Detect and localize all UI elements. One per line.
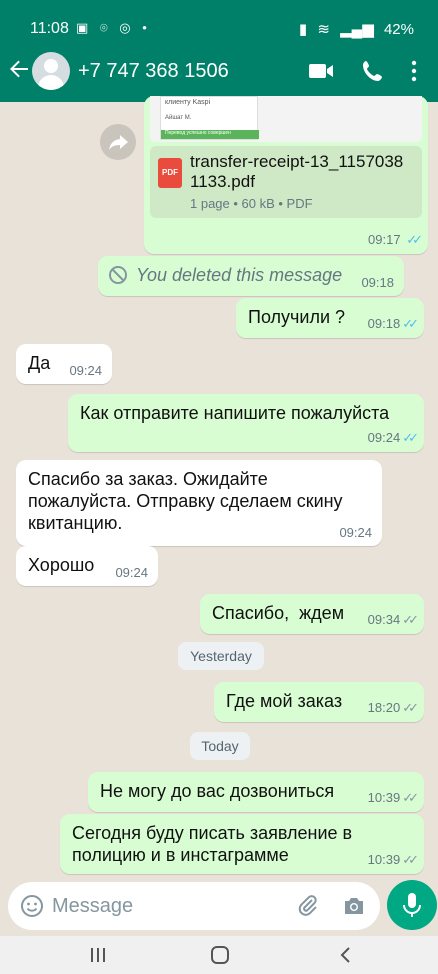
status-bar: 11:08 ▣ ⌾ ◎ • ▮ ≋ ▂▄▆ 42% xyxy=(0,0,438,48)
preview-text: клиенту Kaspi xyxy=(165,99,211,106)
day-separator: Today xyxy=(190,732,250,760)
message-bubble[interactable]: Как отправите напишите пожалуйста 09:24 ✓… xyxy=(68,394,424,452)
delivered-tick-icon: ✓✓ xyxy=(402,852,419,867)
message-time: 09:17 xyxy=(368,232,401,247)
message-input[interactable]: Message xyxy=(52,895,133,918)
status-right: ▮ ≋ ▂▄▆ 42% xyxy=(293,20,414,38)
message-meta: 09:24 ✓✓ xyxy=(367,430,419,446)
message-text: Хорошо xyxy=(28,555,95,575)
message-time: 09:34 xyxy=(367,612,401,627)
emoji-icon[interactable] xyxy=(20,894,44,923)
message-text: Где мой заказ xyxy=(226,691,343,711)
message-meta: 09:34 ✓✓ xyxy=(367,612,419,628)
message-bubble[interactable]: Где мой заказ 18:20 ✓✓ xyxy=(214,682,424,722)
more-vert-icon[interactable] xyxy=(404,56,434,86)
delivered-tick-icon: ✓✓ xyxy=(402,700,419,715)
message-bubble[interactable]: Спасибо, ждем 09:34 ✓✓ xyxy=(200,594,424,634)
message-composer[interactable]: Message xyxy=(8,882,380,930)
file-message[interactable]: клиенту Kaspi Айшат М. Перевод успешно с… xyxy=(144,96,428,254)
document-preview[interactable]: клиенту Kaspi Айшат М. Перевод успешно с… xyxy=(150,96,422,142)
preview-text: Перевод успешно совершен xyxy=(161,130,259,139)
chat-header: +7 747 368 1506 xyxy=(0,42,438,102)
signal-icon: ▂▄▆ xyxy=(340,21,374,38)
message-time: 10:39 xyxy=(367,852,401,867)
message-bubble[interactable]: Сегодня буду писать заявление в полицию … xyxy=(60,814,424,874)
message-text: Спасибо за заказ. Ожидайте пожалуйста. О… xyxy=(28,469,343,533)
back-arrow-icon[interactable] xyxy=(8,58,30,85)
battery-percent: 42% xyxy=(383,21,414,38)
message-text: Получили ? xyxy=(248,307,346,327)
camera-icon[interactable] xyxy=(342,894,366,923)
message-bubble[interactable]: Спасибо за заказ. Ожидайте пожалуйста. О… xyxy=(16,460,382,546)
nav-back-icon[interactable] xyxy=(336,946,356,969)
message-time: 09:18 xyxy=(361,275,394,290)
message-time: 10:39 xyxy=(367,790,401,805)
message-text: Да xyxy=(28,353,51,373)
message-text: Сегодня буду писать заявление в полицию … xyxy=(72,823,353,865)
forward-icon[interactable] xyxy=(100,124,136,160)
pdf-icon: PDF xyxy=(158,158,182,188)
delivered-tick-icon: ✓✓ xyxy=(402,612,419,627)
message-text: Спасибо, ждем xyxy=(212,603,345,623)
system-nav-bar xyxy=(0,936,438,974)
recents-icon[interactable] xyxy=(88,946,108,969)
preview-text: Айшат М. xyxy=(165,115,192,121)
phone-icon[interactable] xyxy=(358,56,388,86)
message-bubble[interactable]: Получили ? 09:18 ✓✓ xyxy=(236,298,424,338)
message-text: Не могу до вас дозвониться xyxy=(100,781,335,801)
read-tick-icon: ✓✓ xyxy=(402,316,419,331)
blocked-icon xyxy=(108,265,128,290)
status-time: 11:08 xyxy=(30,20,69,37)
deleted-message[interactable]: You deleted this message 09:18 xyxy=(98,256,404,296)
home-icon[interactable] xyxy=(210,946,230,969)
video-call-icon[interactable] xyxy=(306,56,336,86)
message-bubble[interactable]: Да 09:24 xyxy=(16,344,112,384)
read-tick-icon: ✓✓ xyxy=(402,430,419,445)
file-attachment[interactable]: PDF transfer-receipt-13_11570381133.pdf … xyxy=(150,146,422,218)
delivered-tick-icon: ✓✓ xyxy=(402,790,419,805)
message-meta: 18:20 ✓✓ xyxy=(367,700,419,716)
wifi-icon: ≋ xyxy=(317,21,330,38)
message-meta: 09:18 ✓✓ xyxy=(367,316,419,332)
contact-name[interactable]: +7 747 368 1506 xyxy=(78,60,229,83)
message-time: 18:20 xyxy=(367,700,401,715)
message-time: 09:24 xyxy=(339,525,372,540)
message-bubble[interactable]: Хорошо 09:24 xyxy=(16,546,158,586)
battery-icon: ▮ xyxy=(298,21,308,38)
file-info: 1 page • 60 kB • PDF xyxy=(190,196,313,211)
message-bubble[interactable]: Не могу до вас дозвониться 10:39 ✓✓ xyxy=(88,772,424,812)
message-time: 09:18 xyxy=(367,316,401,331)
message-meta: 10:39 ✓✓ xyxy=(367,790,419,806)
avatar[interactable] xyxy=(32,52,70,90)
file-name: transfer-receipt-13_11570381133.pdf xyxy=(190,152,404,191)
message-time: 09:24 xyxy=(115,565,148,580)
chat-area[interactable]: клиенту Kaspi Айшат М. Перевод успешно с… xyxy=(0,96,438,878)
message-meta: 09:17 ✓✓ xyxy=(368,232,423,248)
mic-icon[interactable] xyxy=(387,880,437,930)
message-meta: 10:39 ✓✓ xyxy=(367,852,419,868)
message-text: You deleted this message xyxy=(136,265,343,285)
message-text: Как отправите напишите пожалуйста xyxy=(80,403,390,423)
read-tick-icon: ✓✓ xyxy=(406,232,423,247)
message-time: 09:24 xyxy=(367,430,401,445)
attach-icon[interactable] xyxy=(296,894,320,923)
message-time: 09:24 xyxy=(69,363,102,378)
notification-icons: ▣ ⌾ ◎ • xyxy=(76,20,151,35)
day-separator: Yesterday xyxy=(178,642,264,670)
